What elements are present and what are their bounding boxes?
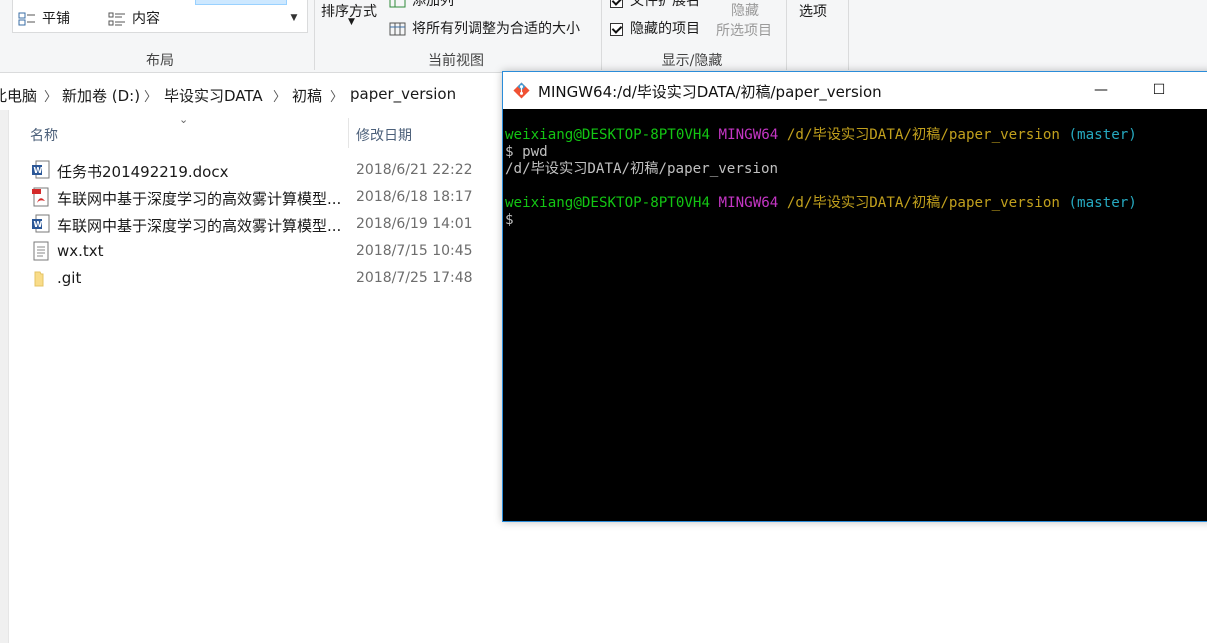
prompt-user: weixiang@DESKTOP-8PT0VH4 [505, 127, 710, 143]
pdf-icon [32, 187, 49, 207]
svg-text:W: W [34, 220, 43, 229]
prompt-env: MINGW64 [718, 195, 779, 211]
prompt-line: weixiang@DESKTOP-8PT0VH4 MINGW64 /d/毕设实习… [505, 127, 1137, 144]
chevron-right-icon[interactable]: 〉 [44, 86, 57, 105]
svg-text:W: W [34, 166, 43, 175]
add-column-button[interactable]: 添加列 [389, 0, 454, 10]
terminal-title-bar[interactable]: MINGW64:/d/毕设实习DATA/初稿/paper_version — ☐ [503, 72, 1207, 109]
file-name[interactable]: 任务书201492219.docx [57, 161, 228, 182]
prompt-line: weixiang@DESKTOP-8PT0VH4 MINGW64 /d/毕设实习… [505, 195, 1137, 212]
add-column-label: 添加列 [412, 0, 454, 9]
chevron-down-icon: ▼ [348, 17, 355, 27]
prompt-path: /d/毕设实习DATA/初稿/paper_version [786, 127, 1060, 143]
file-extensions-label: 文件扩展名 [630, 0, 700, 9]
layout-selected-item[interactable] [195, 0, 287, 5]
layout-tile-option[interactable]: 平铺 [18, 8, 70, 28]
prompt-branch: (master) [1068, 127, 1137, 143]
hide-selected-button[interactable]: 隐藏 [731, 0, 759, 20]
breadcrumb-folder-draft[interactable]: 初稿 [292, 85, 322, 106]
command-line: $ pwd [505, 144, 548, 160]
checkbox-checked-icon [610, 22, 623, 36]
breadcrumb-this-pc[interactable]: 此电脑 [0, 85, 37, 106]
breadcrumb-drive-d[interactable]: 新加卷 (D:) [62, 85, 140, 106]
ribbon-divider [601, 0, 602, 70]
prompt-env: MINGW64 [718, 127, 779, 143]
layout-group-label: 布局 [146, 53, 174, 69]
terminal-title: MINGW64:/d/毕设实习DATA/初稿/paper_version [538, 83, 882, 101]
chevron-right-icon[interactable]: 〉 [144, 86, 157, 105]
minimize-button[interactable]: — [1078, 72, 1124, 109]
folder-icon [34, 271, 44, 287]
ribbon-divider [848, 0, 849, 70]
column-divider[interactable] [348, 118, 349, 148]
cursor-prompt[interactable]: $ [505, 212, 514, 229]
file-extensions-checkbox[interactable]: 文件扩展名 [610, 0, 700, 10]
chevron-right-icon[interactable]: 〉 [330, 86, 343, 105]
breadcrumb-folder-data[interactable]: 毕设实习DATA [164, 85, 263, 106]
tile-label: 平铺 [42, 11, 70, 27]
maximize-button[interactable]: ☐ [1136, 72, 1182, 109]
options-button[interactable]: 选项 [799, 1, 827, 21]
file-date: 2018/6/19 14:01 [356, 216, 473, 232]
fit-columns-button[interactable]: 将所有列调整为合适的大小 [389, 18, 580, 38]
fit-columns-icon [389, 22, 406, 36]
show-hide-group-label: 显示/隐藏 [661, 53, 723, 69]
file-date: 2018/7/15 10:45 [356, 243, 473, 259]
content-icon [108, 12, 125, 26]
fit-columns-label: 将所有列调整为合适的大小 [412, 21, 580, 37]
hidden-items-label: 隐藏的项目 [630, 21, 700, 37]
file-date: 2018/6/18 18:17 [356, 189, 473, 205]
ribbon-divider [314, 0, 315, 70]
prompt-branch: (master) [1068, 195, 1137, 211]
terminal-window[interactable]: MINGW64:/d/毕设实习DATA/初稿/paper_version — ☐… [502, 71, 1207, 522]
content-label: 内容 [132, 11, 160, 27]
breadcrumb-folder-paper-version[interactable]: paper_version [350, 85, 456, 103]
hide-label: 隐藏 [731, 3, 759, 19]
checkbox-checked-icon [610, 0, 623, 8]
layout-content-option[interactable]: 内容 [108, 8, 160, 28]
tile-icon [18, 12, 35, 26]
column-header-name[interactable]: 名称 [30, 125, 58, 145]
ribbon-divider [786, 0, 787, 70]
add-column-icon [389, 0, 406, 8]
navigation-pane-edge [0, 110, 9, 643]
file-name[interactable]: 车联网中基于深度学习的高效雾计算模型... [57, 215, 341, 236]
chevron-right-icon[interactable]: 〉 [273, 86, 286, 105]
current-view-group-label: 当前视图 [428, 53, 484, 69]
options-label: 选项 [799, 4, 827, 20]
column-header-date-modified[interactable]: 修改日期 [356, 125, 412, 145]
word-doc-icon: W [32, 160, 50, 179]
file-date: 2018/6/21 22:22 [356, 162, 473, 178]
layout-gallery-more-button[interactable]: ▼ [287, 6, 301, 30]
hidden-items-checkbox[interactable]: 隐藏的项目 [610, 18, 700, 38]
git-icon [513, 82, 530, 99]
file-name[interactable]: .git [57, 269, 81, 287]
prompt-path: /d/毕设实习DATA/初稿/paper_version [786, 195, 1060, 211]
command-output: /d/毕设实习DATA/初稿/paper_version [505, 161, 779, 177]
file-name[interactable]: 车联网中基于深度学习的高效雾计算模型... [57, 188, 341, 209]
file-name[interactable]: wx.txt [57, 242, 104, 260]
sort-indicator-icon: ⌄ [179, 113, 189, 126]
selected-items-label: 所选项目 [716, 23, 772, 39]
text-file-icon [33, 241, 49, 261]
word-doc-icon: W [32, 214, 50, 233]
file-date: 2018/7/25 17:48 [356, 270, 473, 286]
prompt-user: weixiang@DESKTOP-8PT0VH4 [505, 195, 710, 211]
ribbon: ▼ 平铺 内容 布局 排序方式 ▼ 添加列 将所有列调整为合适的大小 当前视图 … [0, 0, 1207, 73]
terminal-output[interactable]: weixiang@DESKTOP-8PT0VH4 MINGW64 /d/毕设实习… [505, 109, 1207, 521]
